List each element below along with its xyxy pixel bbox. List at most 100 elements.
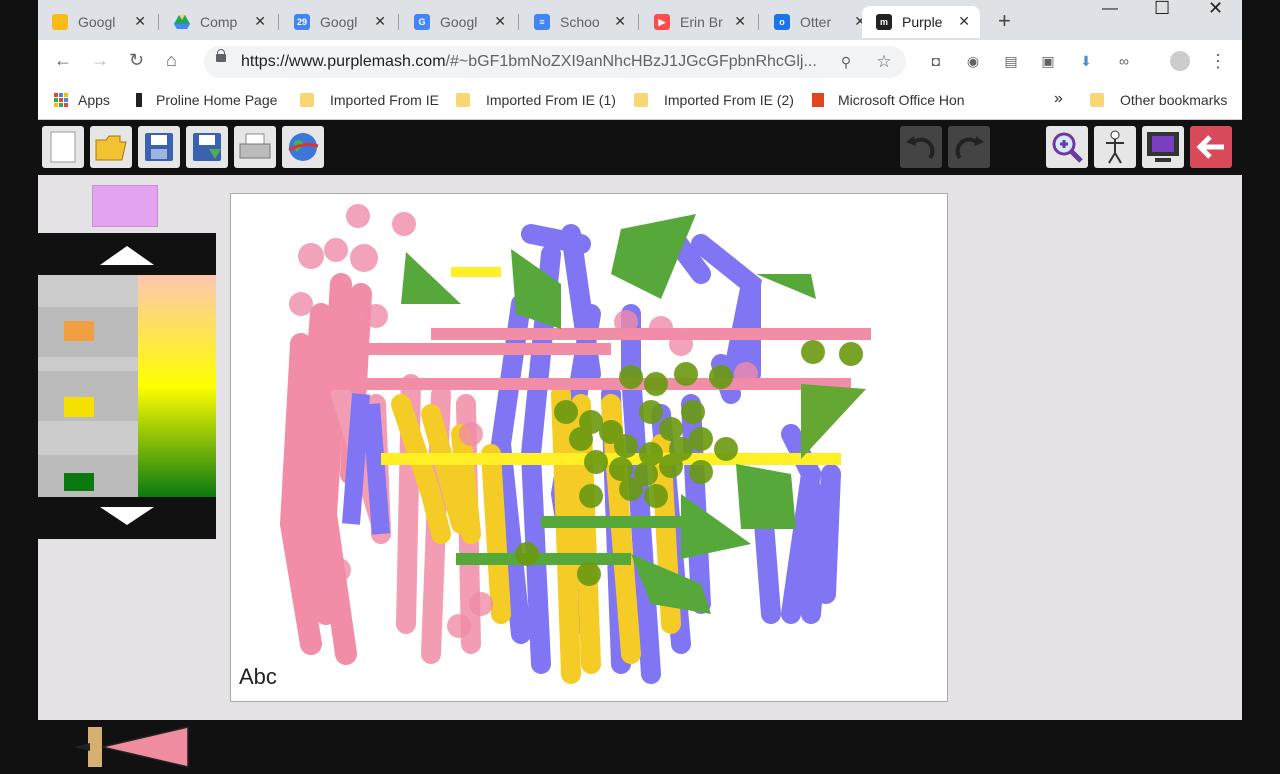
- apps-grid-icon: [54, 93, 68, 107]
- tab-drive[interactable]: Comp ✕: [160, 6, 276, 38]
- paint-toolbar: [38, 120, 1242, 175]
- youtube-icon: ▶: [654, 14, 670, 30]
- extension-icon[interactable]: ◘: [926, 51, 946, 71]
- color-picker: [38, 233, 216, 539]
- otter-icon: o: [774, 14, 790, 30]
- tab-translate[interactable]: G Googl ✕: [400, 6, 516, 38]
- screen-extension-icon[interactable]: ▤: [1001, 51, 1021, 71]
- artwork: [279, 204, 871, 684]
- close-icon[interactable]: ✕: [958, 13, 970, 30]
- eraser-tool[interactable]: [92, 185, 158, 227]
- save-icon: [145, 133, 173, 161]
- close-icon[interactable]: ✕: [374, 13, 386, 30]
- bookmarks-overflow[interactable]: »: [1054, 90, 1063, 108]
- character-button[interactable]: [1094, 126, 1136, 168]
- close-icon[interactable]: ✕: [614, 13, 626, 30]
- phone-icon: [136, 93, 142, 107]
- folder-icon: [300, 93, 314, 107]
- undo-icon: [906, 136, 935, 160]
- share-button[interactable]: [282, 126, 324, 168]
- bookmark-proline[interactable]: Proline Home Page: [136, 92, 277, 108]
- calendar-icon: 29: [294, 14, 310, 30]
- bookmark-apps[interactable]: Apps: [54, 92, 110, 108]
- print-button[interactable]: [234, 126, 276, 168]
- tab-purplemash[interactable]: m Purple ✕: [862, 6, 980, 38]
- film-icon: [1147, 132, 1179, 162]
- tab-google-keep[interactable]: Googl ✕: [38, 6, 156, 38]
- save-as-button[interactable]: [186, 126, 228, 168]
- bookmark-imported-ie-2[interactable]: Imported From IE (2): [634, 92, 794, 108]
- tab-strip: Googl ✕ Comp ✕ 29 Googl ✕ G Googl ✕ ≡ Sc…: [38, 0, 1242, 40]
- text-tool[interactable]: Abc: [239, 664, 277, 690]
- redo-button[interactable]: [948, 126, 990, 168]
- magnify-icon: [1052, 132, 1083, 163]
- translate-icon: G: [414, 14, 430, 30]
- back-arrow-icon: [1196, 135, 1224, 159]
- right-margin: [1242, 0, 1280, 720]
- left-margin: [0, 0, 38, 720]
- scroll-down-icon: [100, 507, 154, 525]
- globe-icon: [288, 133, 319, 161]
- url-text: https://www.purplemash.com/#~bGF1bmNoZXI…: [241, 53, 817, 70]
- tab-youtube[interactable]: ▶ Erin Br ✕: [640, 6, 756, 38]
- open-button[interactable]: [90, 126, 132, 168]
- docs-icon: ≡: [534, 14, 550, 30]
- bookmark-other[interactable]: Other bookmarks: [1090, 92, 1227, 108]
- brush-tool[interactable]: [68, 723, 192, 774]
- exit-button[interactable]: [1190, 126, 1232, 168]
- download-extension-icon[interactable]: ⬇: [1076, 51, 1096, 71]
- paint-app: Abc: [38, 120, 1242, 768]
- new-button[interactable]: [42, 126, 84, 168]
- car-extension-icon[interactable]: ▣: [1038, 51, 1058, 71]
- lock-icon: [216, 49, 226, 62]
- browser-window: Googl ✕ Comp ✕ 29 Googl ✕ G Googl ✕ ≡ Sc…: [38, 0, 1242, 120]
- play-extension-icon[interactable]: ◉: [963, 51, 983, 71]
- close-icon[interactable]: ✕: [134, 13, 146, 30]
- bookmark-office[interactable]: Microsoft Office Hon: [812, 92, 965, 108]
- printer-icon: [239, 133, 271, 159]
- tool-panel: [38, 175, 218, 768]
- save-as-icon: [193, 133, 221, 161]
- drive-icon: [174, 14, 190, 30]
- tab-otter[interactable]: o Otter ✕: [760, 6, 876, 38]
- infinity-extension-icon[interactable]: ∞: [1114, 51, 1134, 71]
- zoom-button[interactable]: [1046, 126, 1088, 168]
- new-tab-button[interactable]: +: [998, 8, 1011, 34]
- redo-icon: [955, 136, 984, 160]
- address-bar[interactable]: https://www.purplemash.com/#~bGF1bmNoZXI…: [204, 46, 906, 78]
- drawing-canvas[interactable]: Abc: [230, 193, 948, 702]
- bookmark-imported-ie[interactable]: Imported From IE: [300, 92, 439, 108]
- minimize-icon[interactable]: —: [1102, 0, 1118, 18]
- star-icon[interactable]: ☆: [874, 52, 894, 72]
- forward-icon[interactable]: →: [91, 50, 109, 71]
- bookmark-imported-ie-1[interactable]: Imported From IE (1): [456, 92, 616, 108]
- menu-icon[interactable]: ⋮: [1208, 51, 1228, 71]
- bookmarks-bar: Apps Proline Home Page Imported From IE …: [38, 84, 1242, 120]
- person-icon: [1106, 130, 1124, 164]
- scroll-up-icon: [100, 246, 154, 265]
- tab-calendar[interactable]: 29 Googl ✕: [280, 6, 396, 38]
- profile-avatar[interactable]: [1170, 51, 1190, 71]
- open-folder-icon: [95, 135, 127, 161]
- maximize-icon[interactable]: ☐: [1154, 0, 1170, 19]
- undo-button[interactable]: [900, 126, 942, 168]
- back-icon[interactable]: ←: [54, 50, 72, 71]
- purplemash-icon: m: [876, 14, 892, 30]
- animation-button[interactable]: [1142, 126, 1184, 168]
- office-icon: [812, 93, 824, 107]
- paint-tubes-palette: [38, 246, 216, 525]
- save-button[interactable]: [138, 126, 180, 168]
- new-page-icon: [50, 131, 76, 163]
- reload-icon[interactable]: ↻: [129, 50, 144, 71]
- browser-toolbar: ← → ↻ ⌂ https://www.purplemash.com/#~bGF…: [38, 40, 1242, 84]
- brush-icon: [74, 726, 189, 768]
- keep-icon: [52, 14, 68, 30]
- close-icon[interactable]: ✕: [494, 13, 506, 30]
- close-icon[interactable]: ✕: [734, 13, 746, 30]
- zoom-icon[interactable]: ⚲: [836, 52, 856, 72]
- folder-icon: [634, 93, 648, 107]
- close-icon[interactable]: ✕: [254, 13, 266, 30]
- tab-docs[interactable]: ≡ Schoo ✕: [520, 6, 636, 38]
- home-icon[interactable]: ⌂: [166, 50, 177, 71]
- window-close-icon[interactable]: ✕: [1208, 0, 1223, 19]
